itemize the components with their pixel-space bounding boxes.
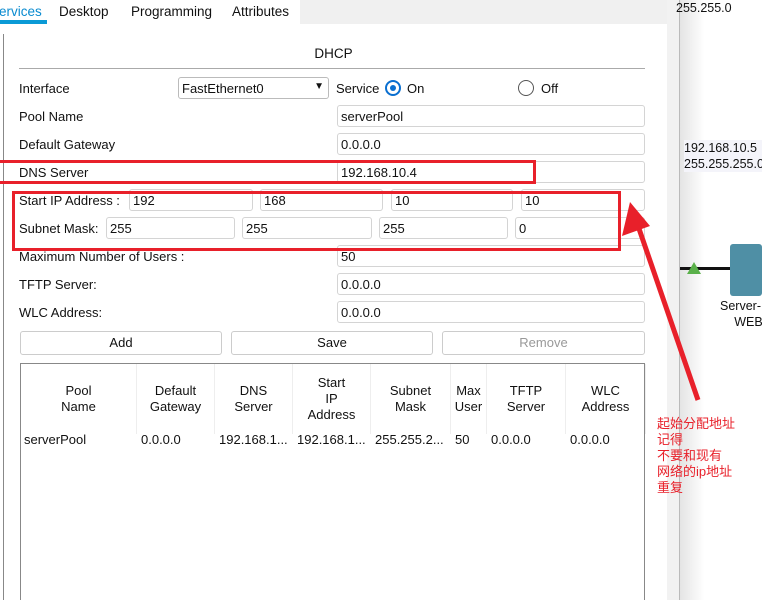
divider <box>19 68 645 69</box>
column-header[interactable]: Max User <box>451 364 487 434</box>
wlc-input[interactable]: 0.0.0.0 <box>337 301 645 323</box>
tab-desktop[interactable]: Desktop <box>59 4 109 19</box>
table-cell[interactable]: 0.0.0.0 <box>491 432 531 447</box>
default-gateway-label: Default Gateway <box>19 137 116 152</box>
annotation-line: 不要和现有 <box>657 448 723 463</box>
interface-value: FastEthernet0 <box>182 81 264 96</box>
annotation-text: 起始分配地址 记得 不要和现有 网络的ip地址 重复 <box>657 416 735 496</box>
table-cell[interactable]: serverPool <box>24 432 86 447</box>
server-icon[interactable] <box>730 244 762 296</box>
max-users-label: Maximum Number of Users : <box>19 249 185 264</box>
service-label: Service <box>336 81 380 96</box>
column-header[interactable]: DNS Server <box>215 364 293 434</box>
left-border <box>0 34 4 600</box>
column-header[interactable]: Default Gateway <box>137 364 215 434</box>
table-cell[interactable]: 255.255.2... <box>375 432 444 447</box>
service-on-label: On <box>407 81 425 96</box>
pool-table: Pool Name Default Gateway DNS Server Start … <box>20 363 646 600</box>
server-mask: 255.255.255.0 <box>684 157 762 171</box>
column-header[interactable]: Start IP Address <box>293 364 371 434</box>
interface-label: Interface <box>19 81 70 96</box>
column-header[interactable]: Pool Name <box>21 364 137 434</box>
default-gateway-input[interactable]: 0.0.0.0 <box>337 133 645 155</box>
interface-select[interactable]: FastEthernet0 ▼ <box>178 77 329 99</box>
pool-name-input[interactable]: serverPool <box>337 105 645 127</box>
annotation-arrow-icon <box>622 202 701 401</box>
annotation-line: 重复 <box>657 480 684 495</box>
annotation-line: 起始分配地址 <box>657 416 736 431</box>
arrow-head <box>622 202 650 236</box>
save-button[interactable]: Save <box>231 331 433 355</box>
column-header[interactable]: TFTP Server <box>487 364 566 434</box>
tftp-input[interactable]: 0.0.0.0 <box>337 273 645 295</box>
table-cell[interactable]: 0.0.0.0 <box>141 432 181 447</box>
add-button[interactable]: Add <box>20 331 222 355</box>
table-cell[interactable]: 0.0.0.0 <box>570 432 610 447</box>
table-cell[interactable]: 50 <box>455 432 469 447</box>
server-name-line2: WEB <box>734 315 762 329</box>
annotation-line: 网络的ip地址 <box>657 464 733 479</box>
tab-services[interactable]: ervices <box>0 4 42 19</box>
start-ip-highlight-box <box>12 191 621 251</box>
page-title: DHCP <box>314 46 353 61</box>
service-off-label: Off <box>541 81 559 96</box>
service-on-radio[interactable] <box>385 80 401 96</box>
tab-attributes[interactable]: Attributes <box>232 4 289 19</box>
canvas-label: 255.255.0 <box>676 1 732 15</box>
server-name-line1: Server-PT <box>720 299 762 313</box>
table-cell[interactable]: 192.168.1... <box>297 432 366 447</box>
service-off-radio[interactable] <box>518 80 534 96</box>
annotation-line: 记得 <box>657 432 684 447</box>
server-ip: 192.168.10.5 <box>684 141 757 155</box>
active-tab-indicator <box>0 20 47 24</box>
pool-name-label: Pool Name <box>19 109 84 124</box>
arrow-shaft <box>633 219 701 401</box>
table-cell[interactable]: 192.168.1... <box>219 432 288 447</box>
wlc-label: WLC Address: <box>19 305 103 320</box>
server-name: Server-PT WEB <box>720 298 762 330</box>
server-ip-label: 192.168.10.5 255.255.255.0 <box>684 140 762 172</box>
chevron-down-icon: ▼ <box>314 81 324 92</box>
tab-programming[interactable]: Programming <box>131 4 212 19</box>
tftp-label: TFTP Server: <box>19 277 97 292</box>
dns-highlight-box <box>0 160 536 184</box>
column-header[interactable]: Subnet Mask <box>371 364 451 434</box>
